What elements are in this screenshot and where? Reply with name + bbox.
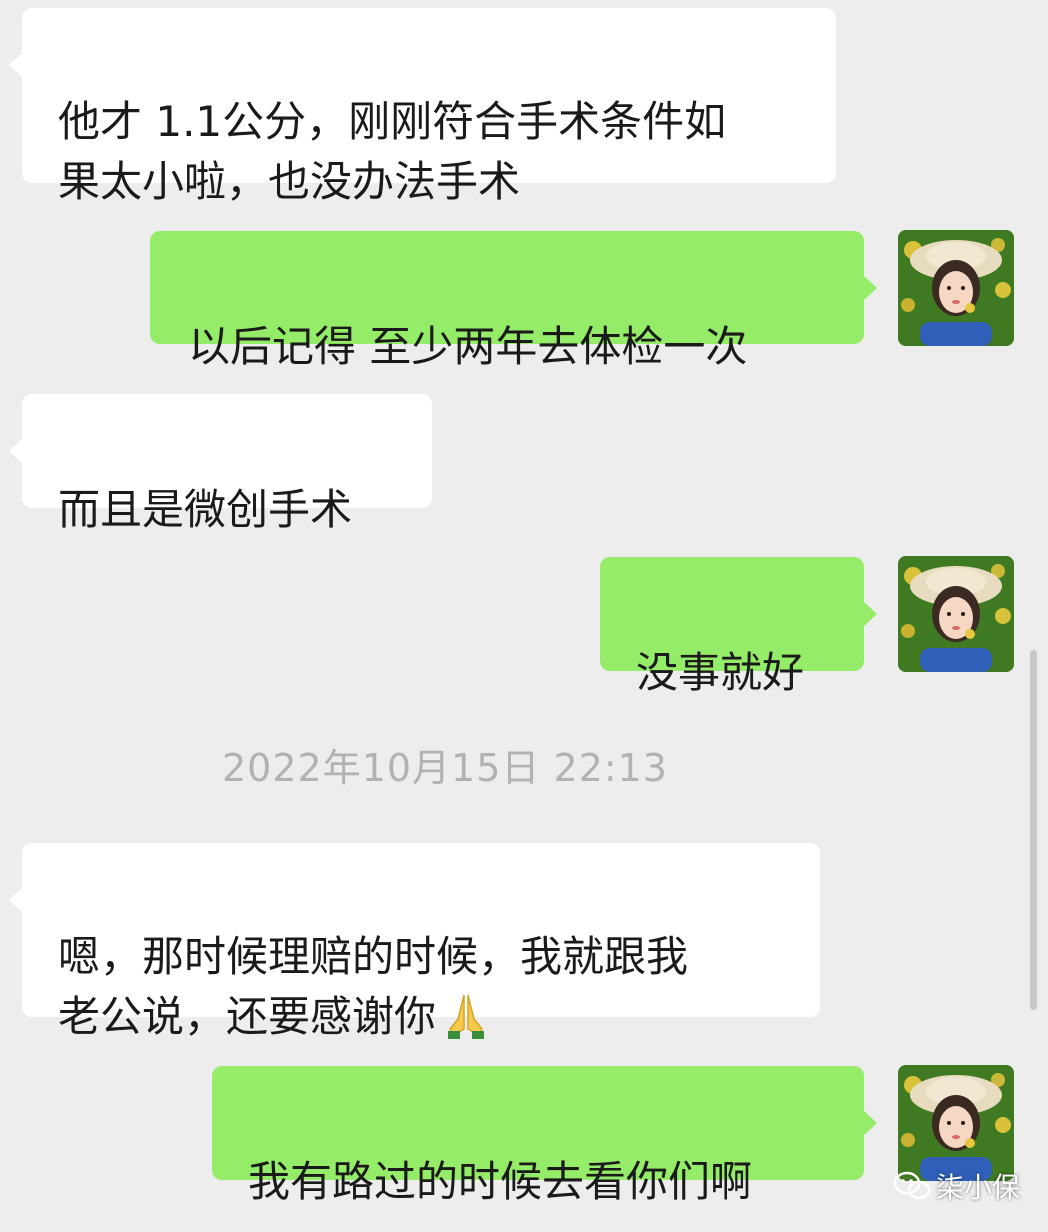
message-text: 没事就好 <box>636 648 805 697</box>
outgoing-message-bubble[interactable]: 我有路过的时候去看你们啊 <box>212 1066 877 1206</box>
incoming-message-bubble[interactable]: 而且是微创手术 <box>9 394 432 534</box>
outgoing-message-bubble[interactable]: 以后记得 至少两年去体检一次 <box>150 231 877 371</box>
message-text: 以后记得 至少两年去体检一次 <box>188 322 748 371</box>
message-text: 我有路过的时候去看你们啊 <box>248 1157 753 1206</box>
scrollbar[interactable] <box>1030 650 1037 1010</box>
watermark-text: 柒小保 <box>936 1171 1021 1204</box>
avatar-photo <box>898 230 1014 346</box>
message-timestamp: 2022年10月15日 22:13 <box>221 746 668 790</box>
folded-hands-emoji <box>448 994 485 1039</box>
message-text: 嗯，那时候理赔的时候，我就跟我 老公说，还要感谢你 <box>58 932 689 1041</box>
incoming-message-bubble[interactable]: 他才 1.1公分，刚刚符合手术条件如 果太小啦，也没办法手术 <box>9 8 836 206</box>
wechat-official-account-icon <box>893 1171 931 1200</box>
watermark: 柒小保 <box>892 1166 1020 1206</box>
message-text: 而且是微创手术 <box>58 485 353 534</box>
incoming-message-bubble[interactable]: 嗯，那时候理赔的时候，我就跟我 老公说，还要感谢你 <box>9 843 820 1041</box>
user-avatar[interactable] <box>898 230 1014 346</box>
user-avatar[interactable] <box>898 1065 1014 1181</box>
avatar-photo <box>898 556 1014 672</box>
user-avatar[interactable] <box>898 556 1014 672</box>
avatar-photo <box>898 1065 1014 1181</box>
outgoing-message-bubble[interactable]: 没事就好 <box>600 557 877 697</box>
message-text: 他才 1.1公分，刚刚符合手术条件如 果太小啦，也没办法手术 <box>58 97 727 206</box>
